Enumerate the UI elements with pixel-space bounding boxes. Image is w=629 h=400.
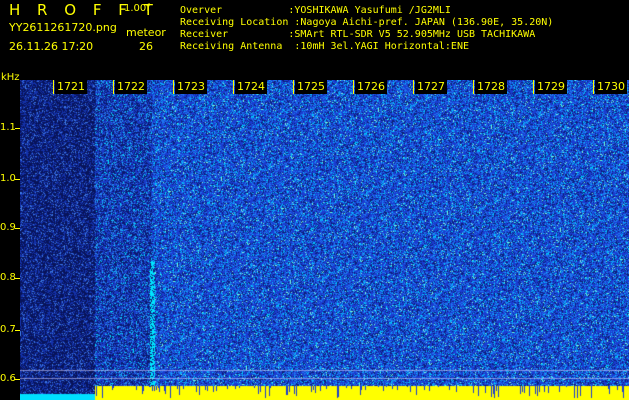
time-tick-label: 1723 (175, 80, 207, 94)
version-label: 1.00f (124, 3, 150, 14)
time-tick-1730: 1730 (593, 80, 627, 94)
time-tick-1723: 1723 (173, 80, 207, 94)
freq-tick-label: 0.7 (0, 324, 16, 335)
freq-tick-mark (15, 379, 20, 380)
file-name: YY2611261720.png (9, 21, 117, 34)
freq-tick-label: 1.0 (0, 173, 16, 184)
time-tick-label: 1728 (475, 80, 507, 94)
time-tick-1725: 1725 (293, 80, 327, 94)
time-tick-label: 1721 (55, 80, 87, 94)
freq-tick-label: 0.6 (0, 373, 16, 384)
time-axis: 1721 1722 1723 1724 1725 1726 1727 1728 1729 1730 (20, 80, 629, 94)
receiver-row: Receiver :SMArt RTL-SDR V5 52.905MHz USB… (180, 29, 536, 40)
observer-row: Overver :YOSHIKAWA Yasufumi /JG2MLI (180, 5, 451, 16)
time-tick-label: 1729 (535, 80, 567, 94)
time-tick-label: 1724 (235, 80, 267, 94)
freq-tick-label: 0.8 (0, 272, 16, 283)
frequency-unit: kHz (1, 72, 20, 83)
spectrogram-canvas (20, 80, 629, 400)
time-tick-1728: 1728 (473, 80, 507, 94)
time-tick-1729: 1729 (533, 80, 567, 94)
time-tick-label: 1722 (115, 80, 147, 94)
time-tick-1722: 1722 (113, 80, 147, 94)
freq-tick-mark (15, 128, 20, 129)
date-time: 26.11.26 17:20 (9, 40, 94, 53)
time-tick-1727: 1727 (413, 80, 447, 94)
frequency-axis: 1.1 1.0 0.9 0.8 0.7 0.6 (0, 80, 20, 400)
antenna-row: Receiving Antenna :10mH 3el.YAGI Horizon… (180, 41, 469, 52)
time-tick-label: 1730 (595, 80, 627, 94)
freq-tick-mark (15, 330, 20, 331)
time-tick-1726: 1726 (353, 80, 387, 94)
freq-tick-label: 1.1 (0, 122, 16, 133)
meteor-label: meteor (126, 26, 166, 39)
meteor-count: 26 (139, 40, 153, 53)
time-tick-1724: 1724 (233, 80, 267, 94)
time-tick-label: 1727 (415, 80, 447, 94)
header-panel: H R O F F T 1.00f YY2611261720.png meteo… (0, 0, 629, 80)
waterfall-spectrogram (20, 80, 629, 400)
location-row: Receiving Location :Nagoya Aichi-pref. J… (180, 17, 554, 28)
freq-tick-mark (15, 179, 20, 180)
time-tick-label: 1725 (295, 80, 327, 94)
time-tick-label: 1726 (355, 80, 387, 94)
freq-tick-mark (15, 278, 20, 279)
time-tick-1721: 1721 (53, 80, 87, 94)
freq-tick-mark (15, 228, 20, 229)
freq-tick-label: 0.9 (0, 222, 16, 233)
